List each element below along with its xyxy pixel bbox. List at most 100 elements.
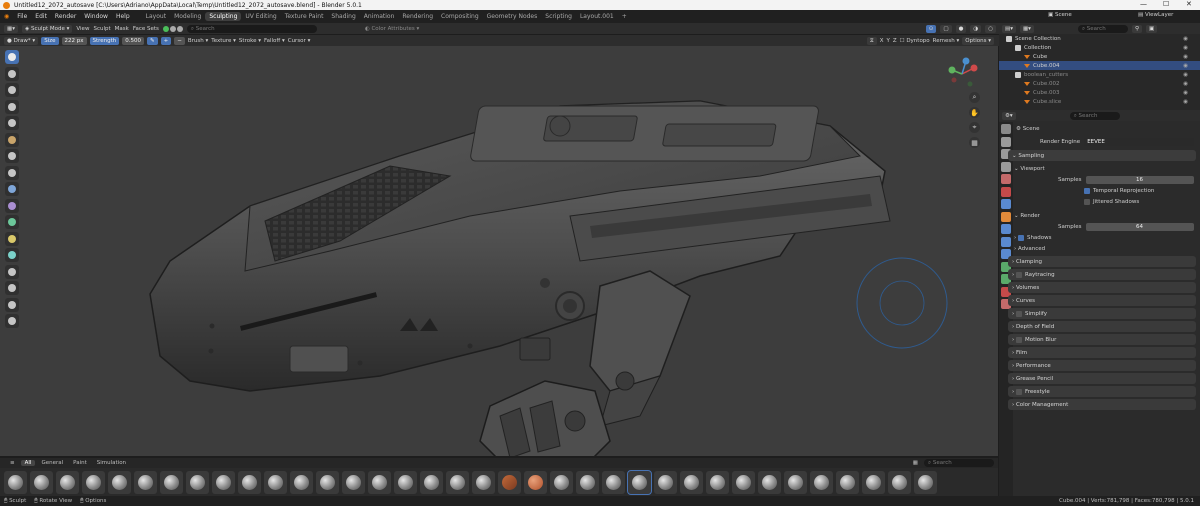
brush-thumbnail-icon[interactable] xyxy=(627,469,652,495)
shelf-tab-all[interactable]: All xyxy=(20,460,36,466)
brush-thumbnail-icon[interactable] xyxy=(316,470,339,494)
panel-volumes[interactable]: › Volumes xyxy=(1008,282,1196,293)
mode-selector[interactable]: ◈ Sculpt Mode ▾ xyxy=(21,24,73,33)
axis-gizmo-icon[interactable] xyxy=(944,56,980,92)
brush-thumbnail-icon[interactable] xyxy=(4,470,27,494)
blender-menu-icon[interactable]: ◉ xyxy=(0,13,13,20)
axis-z-toggle[interactable]: Z xyxy=(893,38,897,44)
clay-icon[interactable] xyxy=(5,83,19,97)
shelf-tab-paint[interactable]: Paint xyxy=(69,460,91,466)
panel-enable-checkbox[interactable] xyxy=(1015,271,1022,278)
panel-render-sampling[interactable]: ⌄ Render xyxy=(1004,210,1198,221)
brush-thumbnail-icon[interactable] xyxy=(212,470,235,494)
cursor-menu[interactable]: Cursor ▾ xyxy=(288,38,311,44)
outliner-row[interactable]: Cube.002 ◉ xyxy=(999,79,1200,88)
brush-thumbnail-icon[interactable] xyxy=(342,470,365,494)
panel-raytracing[interactable]: › Raytracing xyxy=(1008,269,1196,280)
outliner-row[interactable]: Cube.slice ◉ xyxy=(999,97,1200,106)
visibility-eye-icon[interactable]: ◉ xyxy=(1183,72,1188,78)
pan-hand-icon[interactable]: ✋ xyxy=(969,107,980,118)
pressure-icon[interactable]: ✎ xyxy=(147,36,158,45)
visibility-eye-icon[interactable]: ◉ xyxy=(1183,36,1188,42)
tab-scripting[interactable]: Scripting xyxy=(541,12,576,21)
brush-thumbnail-icon[interactable] xyxy=(758,470,781,494)
brush-thumbnail-icon[interactable] xyxy=(836,470,859,494)
snake-hook-icon[interactable] xyxy=(5,281,19,295)
inflate-icon[interactable] xyxy=(5,132,19,147)
new-collection-icon[interactable]: ▣ xyxy=(1145,24,1158,33)
direction-subtract-icon[interactable]: − xyxy=(174,36,185,45)
visibility-eye-icon[interactable]: ◉ xyxy=(1183,54,1188,60)
brush-thumbnail-icon[interactable] xyxy=(134,470,157,494)
brush-thumbnail-icon[interactable] xyxy=(888,470,911,494)
panel-film[interactable]: › Film xyxy=(1008,347,1196,358)
axis-x-toggle[interactable]: X xyxy=(880,38,884,44)
brush-thumbnail-icon[interactable] xyxy=(420,470,443,494)
panel-depth-of-field[interactable]: › Depth of Field xyxy=(1008,321,1196,332)
panel-viewport[interactable]: ⌄ Viewport xyxy=(1004,163,1198,174)
draw-sharp-icon[interactable] xyxy=(5,66,19,81)
navigation-gizmo[interactable] xyxy=(944,56,980,92)
panel-color-management[interactable]: › Color Management xyxy=(1008,399,1196,410)
menu-window[interactable]: Window xyxy=(80,13,112,20)
smooth-icon[interactable] xyxy=(5,182,19,196)
shelf-tab-general[interactable]: General xyxy=(37,460,67,466)
menu-edit[interactable]: Edit xyxy=(31,13,51,20)
pose-icon[interactable] xyxy=(5,314,19,328)
crease-icon[interactable] xyxy=(5,165,19,180)
size-field[interactable]: 222 px xyxy=(61,36,87,45)
add-workspace-icon[interactable]: + xyxy=(618,12,631,21)
outliner-row[interactable]: Collection ◉ xyxy=(999,43,1200,52)
texture-menu[interactable]: Texture ▾ xyxy=(211,38,236,44)
panel-performance[interactable]: › Performance xyxy=(1008,360,1196,371)
tab-animation[interactable]: Animation xyxy=(360,12,399,21)
search-input[interactable]: ⌕ Search xyxy=(186,24,317,33)
shelf-menu-icon[interactable]: ≡ xyxy=(6,460,19,466)
brush-thumbnail-icon[interactable] xyxy=(290,470,313,494)
grid-icon[interactable]: ▦ xyxy=(969,137,980,148)
tab-modeling[interactable]: Modeling xyxy=(170,12,205,21)
menu-sculpt[interactable]: Sculpt xyxy=(93,26,110,32)
outliner-search-input[interactable]: ⌕ Search xyxy=(1077,24,1128,33)
outliner-row[interactable]: Scene Collection ◉ xyxy=(999,34,1200,43)
outliner-row[interactable]: Cube.003 ◉ xyxy=(999,88,1200,97)
view-layer-selector[interactable]: ▤ ViewLayer xyxy=(1138,12,1173,18)
tab-compositing[interactable]: Compositing xyxy=(437,12,483,21)
shelf-layout-icon[interactable]: ▦ xyxy=(909,460,922,466)
dyntopo-toggle[interactable]: ☐ Dyntopo xyxy=(900,38,930,44)
tab-geometry-nodes[interactable]: Geometry Nodes xyxy=(483,12,542,21)
tab-layout[interactable]: Layout xyxy=(142,12,170,21)
direction-add-icon[interactable]: + xyxy=(160,36,172,45)
menu-render[interactable]: Render xyxy=(51,13,80,20)
flatten-icon[interactable] xyxy=(5,198,19,213)
tab-sculpting[interactable]: Sculpting xyxy=(205,12,242,21)
brush-thumbnail-icon[interactable] xyxy=(238,470,261,494)
falloff-menu[interactable]: Falloff ▾ xyxy=(264,38,285,44)
brush-thumbnail-icon[interactable] xyxy=(82,470,105,494)
axis-y-toggle[interactable]: Y xyxy=(886,38,889,44)
clay-strips-icon[interactable] xyxy=(5,99,19,114)
layer-icon[interactable] xyxy=(5,116,19,130)
viewport-samples-field[interactable]: 16 xyxy=(1085,175,1194,184)
shelf-tab-simulation[interactable]: Simulation xyxy=(93,460,130,466)
brush-thumbnail-icon[interactable] xyxy=(602,470,625,494)
overlay-toggle-icon[interactable]: ⊙ xyxy=(925,24,937,33)
maximize-icon[interactable]: ☐ xyxy=(1163,0,1169,8)
visibility-eye-icon[interactable]: ◉ xyxy=(1183,90,1188,96)
brush-thumbnail-icon[interactable] xyxy=(394,470,417,494)
panel-enable-checkbox[interactable] xyxy=(1015,310,1022,317)
menu-help[interactable]: Help xyxy=(112,13,134,20)
render-engine-dropdown[interactable]: EEVEE xyxy=(1084,137,1195,146)
tab-shading[interactable]: Shading xyxy=(327,12,359,21)
brush-thumbnail-icon[interactable] xyxy=(550,470,573,494)
brush-thumbnail-icon[interactable] xyxy=(160,470,183,494)
scrape-icon[interactable] xyxy=(5,231,19,246)
tab-rendering[interactable]: Rendering xyxy=(398,12,437,21)
brush-menu[interactable]: Brush ▾ xyxy=(188,38,208,44)
outliner-row[interactable]: boolean_cutters ◉ xyxy=(999,70,1200,79)
brush-thumbnail-icon[interactable] xyxy=(108,470,131,494)
panel-motion-blur[interactable]: › Motion Blur xyxy=(1008,334,1196,345)
zoom-icon[interactable]: ⌕ xyxy=(969,92,980,103)
shading-solid-icon[interactable]: ● xyxy=(955,24,967,33)
menu-mask[interactable]: Mask xyxy=(115,26,129,32)
